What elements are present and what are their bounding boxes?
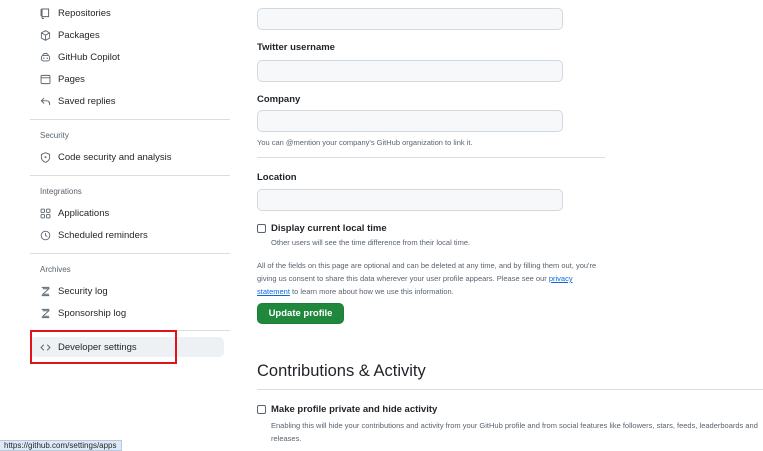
form-divider (257, 157, 605, 158)
local-time-label: Display current local time (271, 223, 387, 234)
company-label: Company (257, 94, 301, 105)
sidebar-item-copilot[interactable]: GitHub Copilot (30, 47, 224, 67)
browser-icon (40, 74, 51, 85)
sidebar-item-code-security[interactable]: Code security and analysis (30, 147, 224, 167)
company-field[interactable] (257, 110, 563, 132)
clock-icon (40, 230, 51, 241)
sidebar-item-label: Scheduled reminders (58, 229, 148, 241)
sidebar-item-label: Sponsorship log (58, 307, 127, 319)
status-bar-url: https://github.com/settings/apps (0, 440, 122, 451)
section-heading-archives: Archives (40, 265, 71, 274)
package-icon (40, 29, 51, 41)
notice-text: All of the fields on this page are optio… (257, 261, 597, 283)
sidebar-divider (30, 119, 230, 120)
section-divider (257, 389, 763, 390)
local-time-checkbox[interactable] (257, 224, 266, 233)
private-profile-hint: Enabling this will hide your contributio… (271, 421, 758, 443)
sidebar-item-label: Packages (58, 29, 100, 41)
private-profile-option: Make profile private and hide activity (257, 404, 437, 415)
sidebar-item-applications[interactable]: Applications (30, 203, 224, 223)
sidebar-divider (30, 253, 230, 254)
location-field[interactable] (257, 189, 563, 211)
notice-text-end: to learn more about how we use this info… (289, 287, 454, 296)
sidebar-item-repositories[interactable]: Repositories (30, 3, 224, 23)
optional-fields-notice: All of the fields on this page are optio… (257, 259, 605, 298)
sidebar-divider (30, 175, 230, 176)
sidebar-item-pages[interactable]: Pages (30, 69, 224, 89)
log-icon (40, 286, 51, 297)
sidebar-item-label: Applications (58, 207, 110, 219)
sidebar-item-label: Saved replies (58, 95, 116, 107)
url-field[interactable] (257, 8, 563, 30)
section-heading-integrations: Integrations (40, 187, 82, 196)
sidebar-item-saved-replies[interactable]: Saved replies (30, 91, 224, 111)
local-time-hint: Other users will see the time difference… (271, 238, 471, 247)
private-profile-label: Make profile private and hide activity (271, 404, 438, 415)
reply-icon (40, 96, 51, 107)
company-hint: You can @mention your company's GitHub o… (257, 138, 473, 147)
sidebar-item-packages[interactable]: Packages (30, 25, 224, 45)
copilot-icon (40, 52, 51, 63)
sidebar-item-sponsorship-log[interactable]: Sponsorship log (30, 303, 224, 323)
sidebar-item-scheduled-reminders[interactable]: Scheduled reminders (30, 225, 224, 245)
highlight-rectangle (30, 330, 177, 364)
update-profile-button[interactable]: Update profile (257, 303, 344, 324)
log-icon (40, 308, 51, 319)
section-heading-security: Security (40, 131, 69, 140)
repo-icon (40, 8, 51, 19)
sidebar-item-label: Security log (58, 285, 108, 297)
shield-lock-icon (40, 151, 51, 163)
twitter-label: Twitter username (257, 42, 335, 53)
profile-form: Twitter username Company You can @mentio… (257, 0, 763, 451)
sidebar-item-label: Code security and analysis (58, 151, 172, 163)
location-label: Location (257, 172, 297, 183)
apps-icon (40, 208, 51, 219)
sidebar-item-label: GitHub Copilot (58, 51, 120, 63)
settings-sidebar: Repositories Packages GitHub Copilot Pag… (30, 0, 230, 451)
contributions-heading: Contributions & Activity (257, 362, 426, 380)
twitter-username-field[interactable] (257, 60, 563, 82)
sidebar-item-label: Repositories (58, 7, 111, 19)
local-time-option: Display current local time (257, 223, 387, 234)
sidebar-item-label: Pages (58, 73, 85, 85)
private-profile-checkbox[interactable] (257, 405, 266, 414)
sidebar-item-security-log[interactable]: Security log (30, 281, 224, 301)
